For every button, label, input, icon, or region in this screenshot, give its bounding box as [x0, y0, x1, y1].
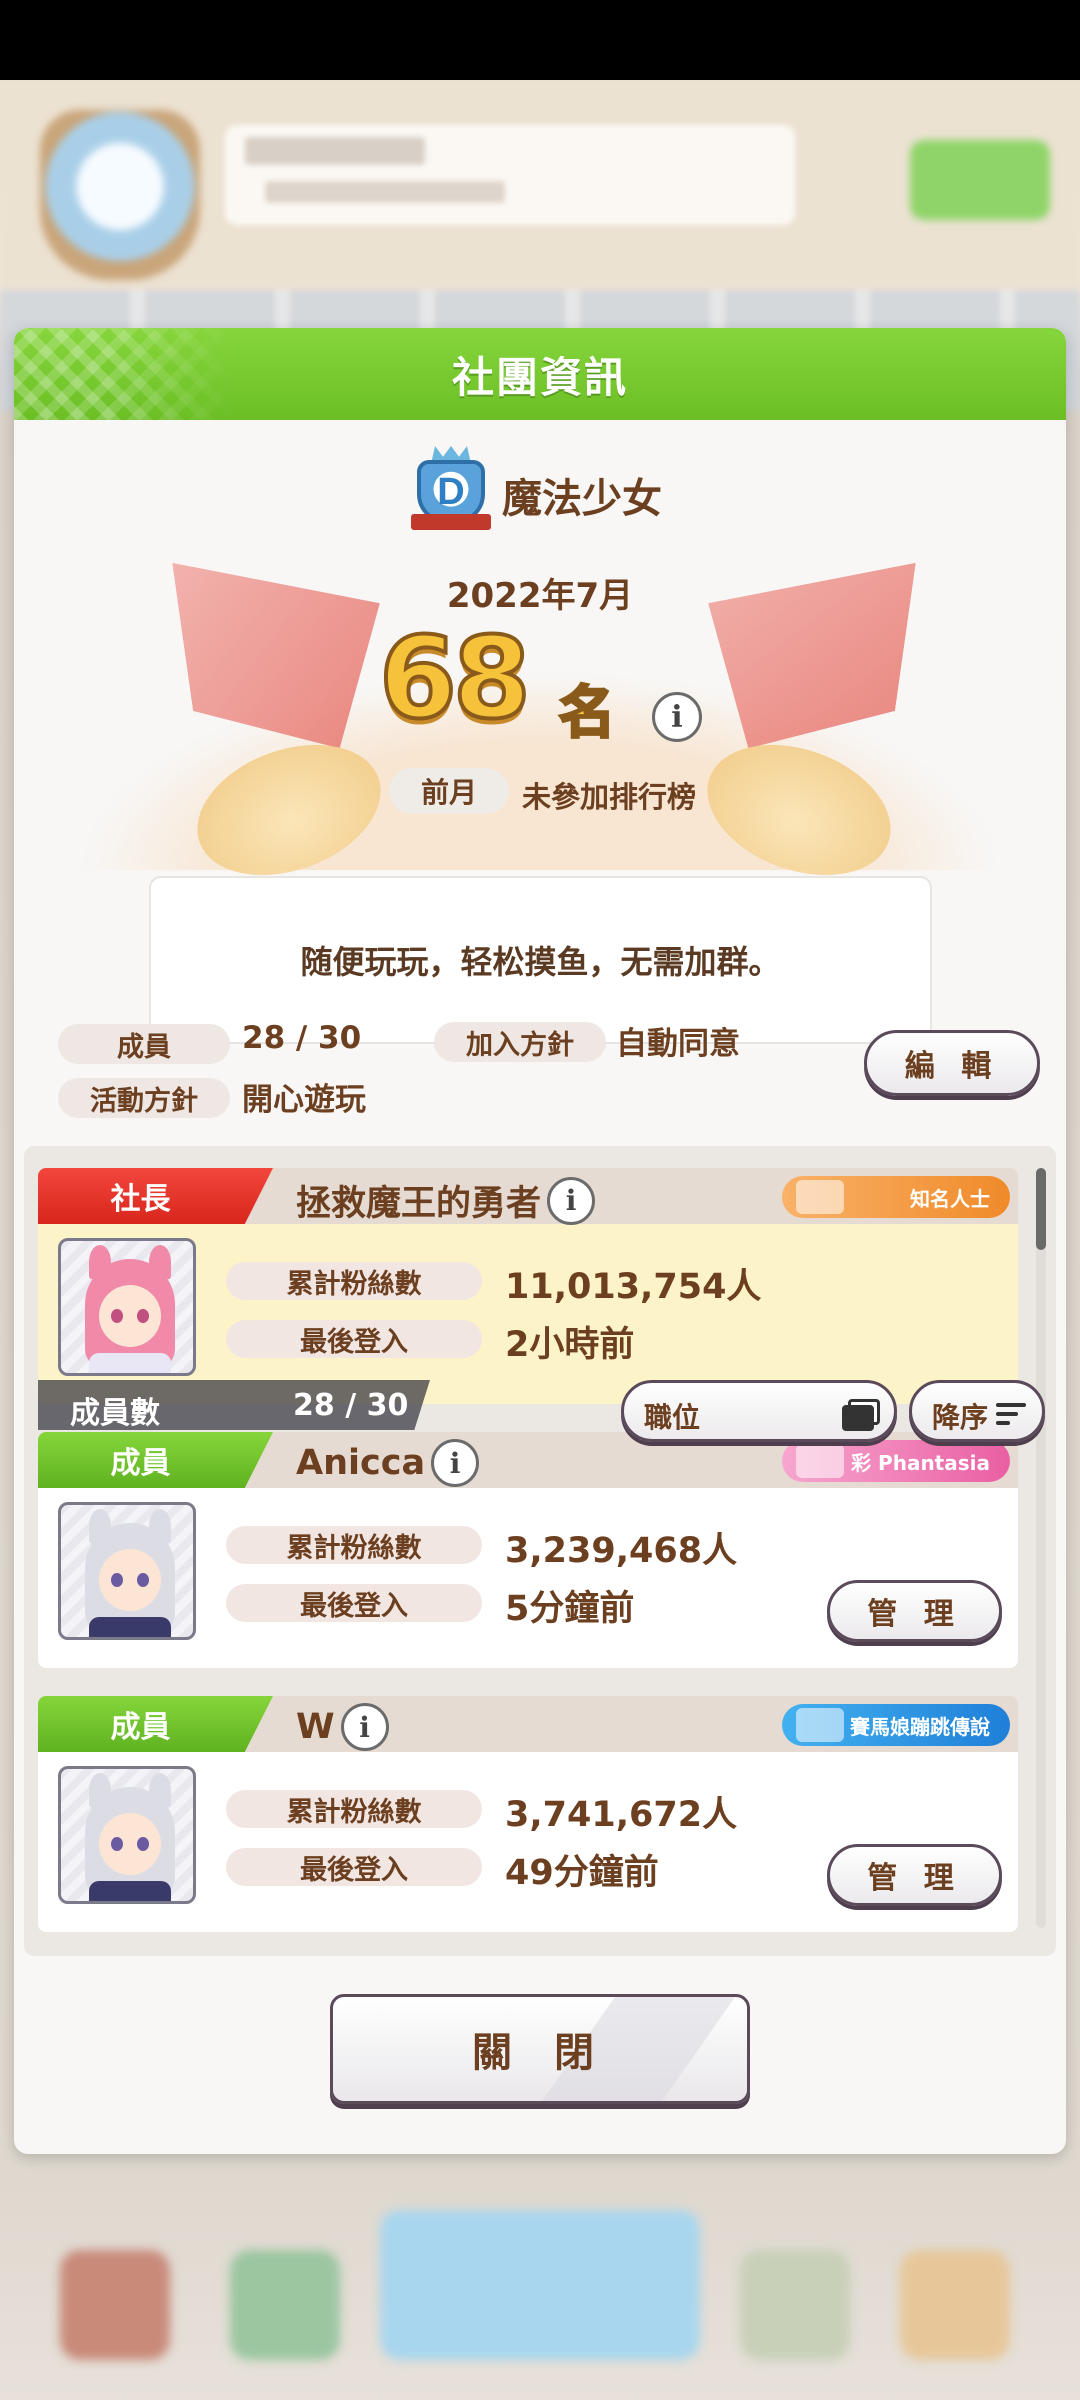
fans-value: 11,013,754人: [505, 1267, 762, 1307]
fans-value: 3,239,468人: [505, 1531, 738, 1571]
manage-button[interactable]: 管 理: [827, 1580, 1002, 1642]
join-policy-label: 加入方針: [434, 1022, 606, 1062]
dialog-header: 社團資訊: [14, 328, 1066, 420]
background-name-box: [225, 125, 795, 225]
scrollbar-thumb[interactable]: [1036, 1168, 1046, 1250]
last-login-label: 最後登入: [226, 1848, 482, 1886]
close-button-label: 關 閉: [472, 2030, 608, 2076]
last-login-label: 最後登入: [226, 1584, 482, 1622]
members-value: 28 / 30: [242, 1020, 362, 1056]
cards-icon: [842, 1399, 880, 1431]
member-card[interactable]: 成員 W i 賽馬娘蹦跳傳說 累計粉絲數 3,741,672人 最後登入 49分…: [38, 1696, 1018, 1932]
role-tag: 成員: [38, 1696, 273, 1752]
rank-unit: 名: [558, 680, 617, 748]
manage-button[interactable]: 管 理: [827, 1844, 1002, 1906]
close-button[interactable]: 關 閉: [330, 1994, 750, 2104]
activity-policy-label: 活動方針: [58, 1078, 230, 1118]
circle-info-dialog: 社團資訊 D 魔法少女 2022年7月 68 名 i 前月 未參加排行榜 随便玩…: [14, 328, 1066, 2154]
prev-month-value: 未參加排行榜: [522, 780, 697, 814]
sort-order-label: 降序: [932, 1401, 989, 1434]
member-title-badge: 彩 Phantasia: [782, 1440, 1010, 1482]
member-avatar[interactable]: [58, 1502, 196, 1640]
member-card-header: 社長 拯救魔王的勇者 i 知名人士: [38, 1168, 1018, 1226]
edit-button[interactable]: 編 輯: [864, 1030, 1040, 1096]
last-login-value: 5分鐘前: [505, 1589, 635, 1629]
member-info-icon[interactable]: i: [431, 1439, 480, 1487]
member-list[interactable]: 社長 拯救魔王的勇者 i 知名人士 累計粉絲數 11,013,754人 最後登入…: [24, 1146, 1056, 1956]
scrollbar-track[interactable]: [1036, 1168, 1046, 1928]
members-label: 成員: [58, 1024, 230, 1064]
member-info-icon[interactable]: i: [340, 1703, 389, 1751]
sort-descending-icon: [996, 1403, 1026, 1425]
phantasia-icon: [796, 1444, 844, 1478]
dialog-title: 社團資訊: [451, 352, 628, 402]
fans-value: 3,741,672人: [505, 1795, 738, 1835]
sort-order-button[interactable]: 降序: [909, 1380, 1045, 1442]
member-card[interactable]: 成員 Anicca i 彩 Phantasia 累計粉絲數 3,239,468人…: [38, 1432, 1018, 1668]
sort-by-role-button[interactable]: 職位: [621, 1380, 897, 1442]
circle-motto: 随便玩玩，轻松摸鱼，无需加群。: [149, 876, 932, 1044]
role-tag: 社長: [38, 1168, 273, 1224]
member-name: 拯救魔王的勇者: [296, 1184, 542, 1224]
member-avatar[interactable]: [58, 1766, 196, 1904]
fans-label: 累計粉絲數: [226, 1790, 482, 1828]
rank-info-icon[interactable]: i: [652, 692, 702, 742]
member-name-row: W i: [296, 1703, 389, 1751]
background-bottom-nav: [0, 2170, 1080, 2400]
fans-label: 累計粉絲數: [226, 1526, 482, 1564]
member-name: Anicca: [296, 1443, 426, 1483]
member-card-leader[interactable]: 社長 拯救魔王的勇者 i 知名人士 累計粉絲數 11,013,754人 最後登入…: [38, 1168, 1018, 1404]
circle-rank-emblem-icon: D: [409, 446, 493, 538]
fans-label: 累計粉絲數: [226, 1262, 482, 1300]
handshake-icon: [796, 1180, 844, 1214]
badge-label: 彩 Phantasia: [851, 1450, 990, 1475]
background-circle-emblem: [40, 110, 200, 280]
member-title-badge: 賽馬娘蹦跳傳說: [782, 1704, 1010, 1746]
member-name: W: [296, 1707, 335, 1747]
sort-role-label: 職位: [644, 1401, 701, 1434]
member-name-row: Anicca i: [296, 1439, 480, 1487]
member-card-header: 成員 W i 賽馬娘蹦跳傳說: [38, 1696, 1018, 1752]
member-count-label: 成員數: [70, 1396, 160, 1431]
badge-label: 賽馬娘蹦跳傳說: [850, 1714, 990, 1739]
last-login-value: 49分鐘前: [505, 1853, 659, 1893]
member-info-icon[interactable]: i: [547, 1176, 596, 1225]
member-avatar[interactable]: [58, 1238, 196, 1376]
join-policy-value: 自動同意: [616, 1026, 740, 1062]
prev-month-label: 前月: [389, 768, 509, 814]
member-count-bar: 成員數 28 / 30: [38, 1380, 430, 1430]
badge-label: 知名人士: [910, 1186, 990, 1211]
last-login-value: 2小時前: [505, 1325, 635, 1365]
member-title-badge: 知名人士: [782, 1176, 1010, 1218]
member-name-row: 拯救魔王的勇者 i: [296, 1175, 596, 1226]
rank-number: 68: [377, 612, 533, 746]
background-green-button: [910, 140, 1050, 220]
circle-name: 魔法少女: [502, 476, 662, 522]
role-tag: 成員: [38, 1432, 273, 1488]
rank-month: 2022年7月: [446, 576, 634, 616]
member-count-value: 28 / 30: [293, 1388, 409, 1423]
activity-policy-value: 開心遊玩: [242, 1082, 366, 1118]
last-login-label: 最後登入: [226, 1320, 482, 1358]
game-logo-icon: [796, 1708, 844, 1742]
